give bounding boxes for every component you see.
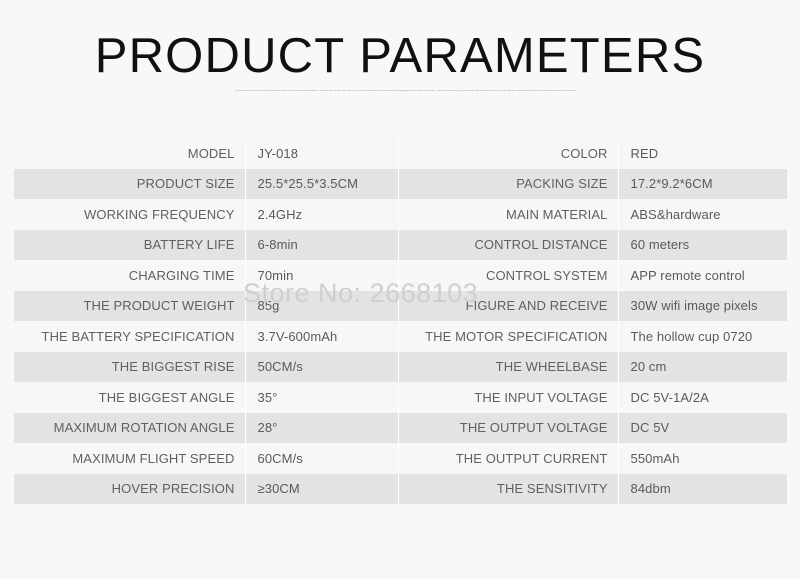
spec-value: 85g [245, 290, 399, 321]
product-parameters-page: PRODUCT PARAMETERS Mini drone with hd ca… [0, 0, 800, 579]
table-row: THE PRODUCT WEIGHT 85g FIGURE AND RECEIV… [14, 290, 787, 321]
specifications-table: MODEL JY-018 COLOR RED PRODUCT SIZE 25.5… [14, 138, 787, 504]
spec-value: 550mAh [618, 443, 787, 474]
spec-label: MAXIMUM FLIGHT SPEED [14, 443, 246, 474]
subtitle-microtext: Mini drone with hd camera wifi fpv quadc… [235, 90, 577, 92]
spec-label: BATTERY LIFE [14, 229, 246, 260]
spec-label: MODEL [14, 138, 246, 169]
spec-value: 2.4GHz [245, 199, 399, 230]
spec-label: CONTROL DISTANCE [398, 229, 619, 260]
spec-value: 60 meters [618, 229, 787, 260]
table-row: THE BIGGEST ANGLE 35° THE INPUT VOLTAGE … [14, 382, 787, 413]
spec-label: THE OUTPUT CURRENT [398, 443, 619, 474]
spec-value: 50CM/s [245, 351, 399, 382]
spec-label: THE SENSITIVITY [398, 473, 619, 504]
spec-label: THE INPUT VOLTAGE [398, 382, 619, 413]
table-row: WORKING FREQUENCY 2.4GHz MAIN MATERIAL A… [14, 199, 787, 230]
spec-value: JY-018 [245, 138, 399, 169]
spec-value: 35° [245, 382, 399, 413]
spec-value: The hollow cup 0720 [618, 321, 787, 352]
spec-value: DC 5V [618, 412, 787, 443]
spec-value: ABS&hardware [618, 199, 787, 230]
spec-label: HOVER PRECISION [14, 473, 246, 504]
table-row: THE BATTERY SPECIFICATION 3.7V-600mAh TH… [14, 321, 787, 352]
spec-value: DC 5V-1A/2A [618, 382, 787, 413]
spec-label: THE MOTOR SPECIFICATION [398, 321, 619, 352]
spec-value: 25.5*25.5*3.5CM [245, 168, 399, 199]
spec-value: 30W wifi image pixels [618, 290, 787, 321]
page-title: PRODUCT PARAMETERS [94, 29, 706, 83]
spec-value: APP remote control [618, 260, 787, 291]
table-row: PRODUCT SIZE 25.5*25.5*3.5CM PACKING SIZ… [14, 168, 787, 199]
table-row: HOVER PRECISION ≥30CM THE SENSITIVITY 84… [14, 473, 787, 504]
spec-label: WORKING FREQUENCY [14, 199, 246, 230]
spec-value: RED [618, 138, 787, 169]
spec-label: CONTROL SYSTEM [398, 260, 619, 291]
spec-label: PACKING SIZE [398, 168, 619, 199]
table-row: CHARGING TIME 70min CONTROL SYSTEM APP r… [14, 260, 787, 291]
spec-value: 20 cm [618, 351, 787, 382]
spec-value: 84dbm [618, 473, 787, 504]
spec-label: PRODUCT SIZE [14, 168, 246, 199]
spec-label: THE BATTERY SPECIFICATION [14, 321, 246, 352]
spec-label: MAXIMUM ROTATION ANGLE [14, 412, 246, 443]
spec-value: 6-8min [245, 229, 399, 260]
spec-label: THE WHEELBASE [398, 351, 619, 382]
page-header: PRODUCT PARAMETERS Mini drone with hd ca… [0, 0, 800, 120]
table-row: MAXIMUM ROTATION ANGLE 28° THE OUTPUT VO… [14, 412, 787, 443]
spec-label: THE BIGGEST ANGLE [14, 382, 246, 413]
spec-label: CHARGING TIME [14, 260, 246, 291]
table-row: MAXIMUM FLIGHT SPEED 60CM/s THE OUTPUT C… [14, 443, 787, 474]
spec-label: COLOR [398, 138, 619, 169]
spec-label: THE PRODUCT WEIGHT [14, 290, 246, 321]
spec-label: FIGURE AND RECEIVE [398, 290, 619, 321]
spec-value: 70min [245, 260, 399, 291]
spec-value: 3.7V-600mAh [245, 321, 399, 352]
spec-label: THE BIGGEST RISE [14, 351, 246, 382]
spec-value: 60CM/s [245, 443, 399, 474]
table-row: THE BIGGEST RISE 50CM/s THE WHEELBASE 20… [14, 351, 787, 382]
spec-value: 28° [245, 412, 399, 443]
spec-value: 17.2*9.2*6CM [618, 168, 787, 199]
spec-label: THE OUTPUT VOLTAGE [398, 412, 619, 443]
table-row: BATTERY LIFE 6-8min CONTROL DISTANCE 60 … [14, 229, 787, 260]
footer-spacer [0, 508, 800, 579]
specifications-table-body: MODEL JY-018 COLOR RED PRODUCT SIZE 25.5… [14, 138, 787, 504]
spec-label: MAIN MATERIAL [398, 199, 619, 230]
table-row: MODEL JY-018 COLOR RED [14, 138, 787, 169]
spec-value: ≥30CM [245, 473, 399, 504]
